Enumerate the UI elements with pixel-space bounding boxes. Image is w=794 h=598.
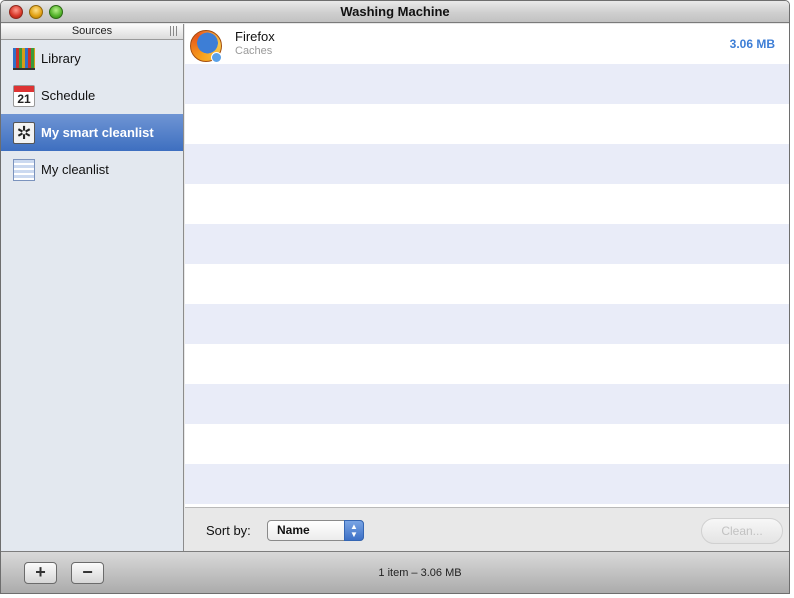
item-subtitle: Caches: [235, 45, 273, 57]
list-footer: Sort by: Name ▲ ▼ Clean...: [185, 509, 789, 551]
calendar-day: 21: [17, 91, 31, 106]
sidebar-item-schedule[interactable]: 21 Schedule: [1, 77, 183, 114]
list-item[interactable]: Firefox Caches 3.06 MB: [185, 24, 789, 64]
sidebar-item-label: My smart cleanlist: [41, 125, 154, 140]
items-list[interactable]: Firefox Caches 3.06 MB: [185, 24, 789, 508]
item-size: 3.06 MB: [729, 37, 775, 51]
app-window: Washing Machine Sources Library 21 Sched…: [0, 0, 790, 594]
sidebar-item-library[interactable]: Library: [1, 40, 183, 77]
select-arrows-icon: ▲ ▼: [344, 520, 364, 541]
library-books-icon: [13, 47, 35, 70]
sort-label: Sort by:: [206, 523, 251, 538]
item-name: Firefox: [235, 29, 275, 44]
title-bar[interactable]: Washing Machine: [1, 1, 789, 23]
minimize-window-button[interactable]: [29, 5, 43, 19]
sidebar-item-label: Library: [41, 51, 81, 66]
bottom-bar: + − 1 item – 3.06 MB: [1, 551, 789, 593]
close-window-button[interactable]: [9, 5, 23, 19]
sidebar-item-smart-cleanlist[interactable]: ✲ My smart cleanlist: [1, 114, 183, 151]
zoom-window-button[interactable]: [49, 5, 63, 19]
calendar-icon: 21: [13, 84, 35, 107]
sort-by-value: Name: [277, 523, 310, 537]
sources-sidebar: Sources Library 21 Schedule ✲ My smart c…: [1, 24, 184, 551]
window-title: Washing Machine: [340, 4, 450, 19]
sidebar-item-label: Schedule: [41, 88, 96, 103]
sidebar-item-cleanlist[interactable]: My cleanlist: [1, 151, 183, 188]
status-text: 1 item – 3.06 MB: [378, 567, 462, 579]
cache-badge-icon: [211, 52, 222, 63]
sources-header: Sources: [1, 24, 183, 40]
clean-button[interactable]: Clean...: [701, 518, 783, 544]
resize-grip-icon[interactable]: [170, 26, 177, 36]
sources-header-label: Sources: [71, 25, 113, 37]
gear-icon: ✲: [13, 121, 35, 144]
sidebar-item-label: My cleanlist: [41, 162, 109, 177]
sort-by-select[interactable]: Name ▲ ▼: [267, 520, 364, 541]
list-icon: [13, 158, 35, 181]
